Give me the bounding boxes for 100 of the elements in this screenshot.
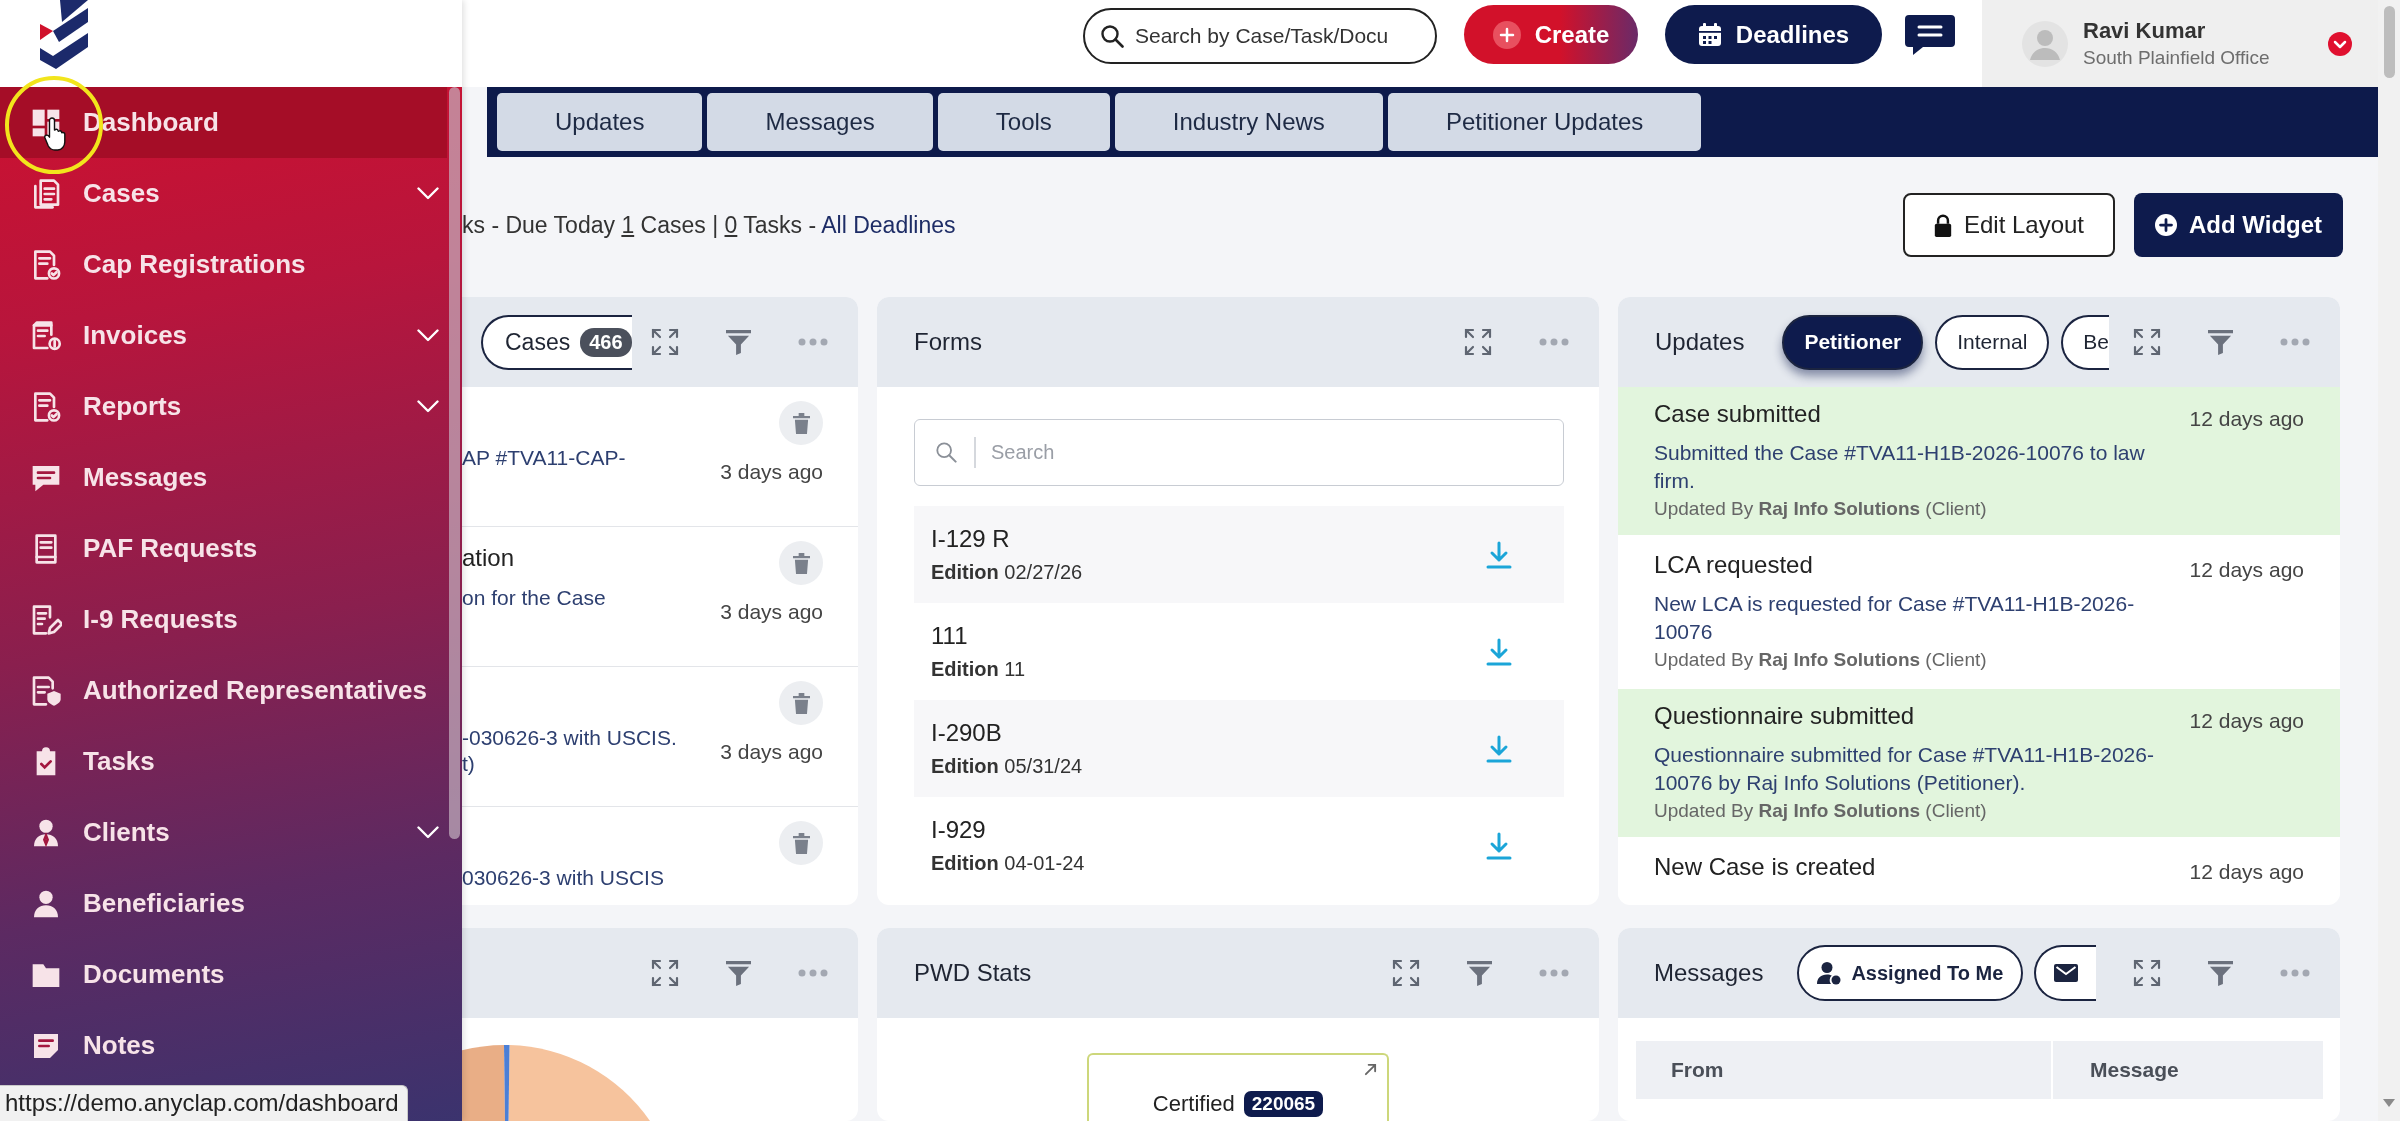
plus-circle-icon — [2154, 214, 2177, 236]
document-edit-icon — [30, 603, 62, 636]
expand-icon[interactable] — [2133, 328, 2161, 356]
user-icon — [1817, 961, 1842, 985]
deadlines-button[interactable]: Deadlines — [1665, 5, 1882, 64]
tasks-count-link[interactable]: 0 — [724, 211, 738, 238]
timestamp: 3 days ago — [720, 600, 823, 624]
update-title: Questionnaire submitted — [1654, 701, 1915, 731]
delete-button[interactable] — [779, 541, 823, 585]
tab[interactable]: Messages — [707, 93, 933, 151]
case-title: ation — [462, 543, 515, 573]
filter-pill[interactable]: Petitioner — [1782, 314, 1924, 370]
filter-icon[interactable] — [726, 960, 751, 986]
scrollbar-thumb[interactable] — [2383, 6, 2395, 78]
sidebar-item[interactable]: Invoices — [0, 300, 447, 371]
download-icon[interactable] — [1486, 734, 1512, 763]
timestamp: 12 days ago — [2189, 860, 2304, 884]
sidebar-item[interactable]: Documents — [0, 939, 447, 1010]
filter-icon[interactable] — [2208, 960, 2233, 986]
chevron-down-icon[interactable] — [417, 826, 439, 839]
update-title: New Case is created — [1654, 852, 1876, 882]
chevron-down-icon[interactable] — [417, 400, 439, 413]
cases-count-link[interactable]: 1 — [621, 211, 635, 238]
stat-label: Certified — [1152, 1091, 1235, 1117]
chevron-down-icon[interactable] — [2328, 31, 2352, 56]
scroll-down-arrow-icon[interactable] — [2383, 1099, 2395, 1107]
expand-icon[interactable] — [2133, 959, 2161, 987]
sidebar-item[interactable]: Cases — [0, 158, 447, 229]
download-icon[interactable] — [1486, 831, 1512, 860]
widget-title: Messages — [1654, 959, 1764, 987]
expand-icon[interactable] — [1392, 959, 1420, 987]
case-text: on for the Case — [462, 585, 606, 611]
sidebar-item[interactable]: Reports — [0, 371, 447, 442]
sidebar-item[interactable]: PAF Requests — [0, 513, 447, 584]
form-edition: Edition 02/27/26 — [931, 560, 1083, 585]
update-byline: Updated By Raj Info Solutions (Client) — [1654, 799, 1987, 823]
delete-button[interactable] — [779, 821, 823, 865]
sidebar-item[interactable]: Cap Registrations — [0, 229, 447, 300]
chevron-down-icon[interactable] — [417, 187, 439, 200]
calendar-icon — [1697, 22, 1722, 47]
tab[interactable]: Updates — [497, 93, 703, 151]
update-text: Submitted the Case #TVA11-H1B-2026-10076 to law firm. — [1654, 440, 2146, 494]
column-header: Message — [2051, 1041, 2323, 1099]
search-icon — [1100, 24, 1124, 48]
sidebar-item[interactable]: Notes — [0, 1010, 447, 1081]
filter-pill[interactable]: Cases 466 — [481, 314, 632, 370]
logo-icon[interactable] — [40, 0, 88, 69]
download-icon[interactable] — [1486, 540, 1512, 569]
expand-icon[interactable] — [651, 959, 679, 987]
delete-button[interactable] — [779, 681, 823, 725]
form-edition: Edition 04-01-24 — [931, 851, 1085, 876]
expand-icon[interactable] — [1464, 328, 1492, 356]
add-widget-button[interactable]: Add Widget — [2134, 193, 2343, 257]
user-name: Ravi Kumar — [2083, 16, 2206, 45]
download-icon[interactable] — [1486, 637, 1512, 666]
tab[interactable]: Industry News — [1114, 93, 1383, 151]
filter-icon[interactable] — [1467, 960, 1492, 986]
filter-pill[interactable]: Assigned To Me — [1797, 945, 2024, 1001]
search-icon — [935, 441, 957, 463]
update-text: Questionnaire submitted for Case #TVA11-H1B-2026-10076 by Raj Info Solutions (Petitioner). — [1654, 742, 2155, 796]
trash-icon — [792, 692, 810, 714]
expand-icon[interactable] — [651, 328, 679, 356]
chat-icon[interactable] — [1905, 15, 1955, 55]
tab[interactable]: Petitioner Updates — [1387, 93, 1702, 151]
create-button[interactable]: Create — [1464, 5, 1638, 64]
search-field[interactable]: Search by Case/Task/Docu — [1083, 8, 1437, 64]
tab[interactable]: Tools — [937, 93, 1110, 151]
form-name: I-929 — [931, 815, 986, 845]
filter-pill[interactable]: Be — [2061, 314, 2109, 370]
timestamp: 12 days ago — [2189, 709, 2304, 733]
sidebar-item[interactable]: Clients — [0, 797, 447, 868]
all-deadlines-link[interactable]: All Deadlines — [821, 211, 956, 238]
filter-icon[interactable] — [726, 329, 751, 355]
filter-pill[interactable]: Internal — [1935, 314, 2050, 370]
timestamp: 12 days ago — [2189, 558, 2304, 582]
diagonal-arrow-icon[interactable] — [1364, 1063, 1377, 1076]
deadline-summary: ks - Due Today 1 Cases | 0 Tasks - All Deadlines — [462, 211, 957, 239]
delete-button[interactable] — [779, 401, 823, 445]
sidebar-item[interactable]: Tasks — [0, 726, 447, 797]
widget-title: PWD Stats — [914, 959, 1032, 987]
sidebar-item[interactable]: Messages — [0, 442, 447, 513]
sidebar-item[interactable]: I-9 Requests — [0, 584, 447, 655]
update-byline: Updated By Raj Info Solutions (Client) — [1654, 648, 1987, 672]
sidebar-item[interactable]: Beneficiaries — [0, 868, 447, 939]
scrollbar-thumb[interactable] — [449, 87, 460, 839]
mail-filter-button[interactable] — [2034, 945, 2097, 1001]
count-badge: 466 — [580, 327, 632, 357]
chevron-down-icon[interactable] — [417, 329, 439, 342]
edit-layout-button[interactable]: Edit Layout — [1903, 193, 2115, 257]
column-header: From — [1670, 1057, 1725, 1083]
user-menu[interactable]: Ravi Kumar South Plainfield Office — [1982, 0, 2378, 87]
invoice-icon — [30, 319, 62, 352]
case-text: 030626-3 with USCIS — [462, 865, 664, 891]
form-edition: Edition 11 — [931, 657, 1026, 682]
form-name: I-129 R — [931, 524, 1010, 554]
update-byline: Updated By Raj Info Solutions (Client) — [1654, 497, 1987, 521]
filter-icon[interactable] — [2208, 329, 2233, 355]
sidebar-item[interactable]: Authorized Representatives — [0, 655, 447, 726]
timestamp: 3 days ago — [720, 460, 823, 484]
form-name: 111 — [931, 621, 968, 651]
